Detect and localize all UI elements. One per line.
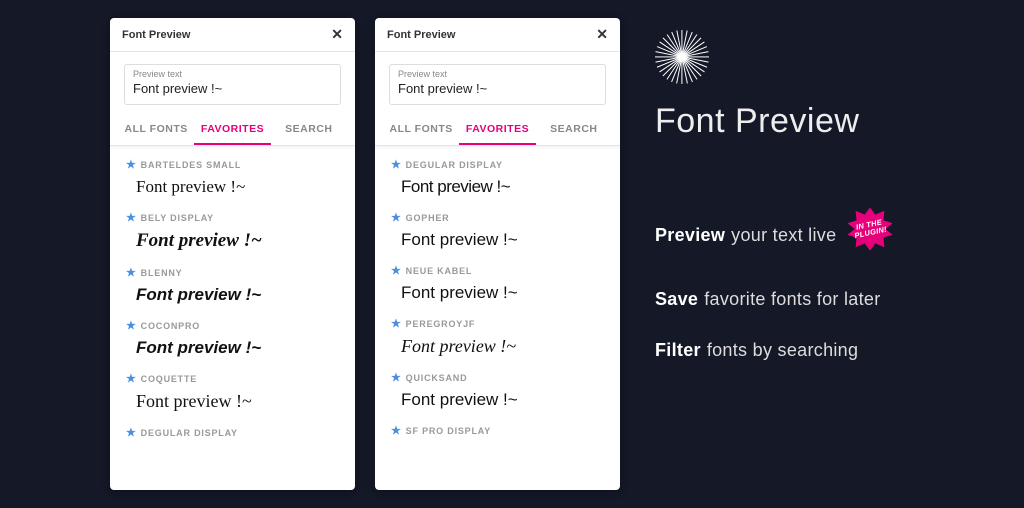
tab-all-fonts[interactable]: ALL FONTS <box>118 113 194 145</box>
font-item[interactable]: ★ BLENNY Font preview !~ <box>110 258 355 311</box>
feature-save: Save favorite fonts for later <box>655 289 894 310</box>
font-item[interactable]: ★ GOPHER Font preview !~ <box>375 203 620 256</box>
font-list[interactable]: ★ BARTELDES SMALL Font preview !~ ★ BELY D… <box>110 146 355 490</box>
panel-title: Font Preview <box>387 29 455 41</box>
tab-search[interactable]: SEARCH <box>271 113 347 145</box>
preview-text-value: Font preview !~ <box>398 81 597 96</box>
feature-filter: Filter fonts by searching <box>655 340 894 361</box>
font-item[interactable]: ★ BARTELDES SMALL Font preview !~ <box>110 150 355 203</box>
font-sample: Font preview !~ <box>401 177 604 197</box>
preview-text-label: Preview text <box>398 69 597 79</box>
font-name-label: GOPHER <box>406 213 450 223</box>
font-sample: Font preview !~ <box>136 338 339 358</box>
font-item[interactable]: ★ COQUETTE Font preview !~ <box>110 364 355 418</box>
star-icon[interactable]: ★ <box>126 426 137 439</box>
font-preview-panel-2: Font Preview ✕ Preview text Font preview… <box>375 18 620 490</box>
in-the-plugin-badge: IN THE PLUGIN! <box>846 205 894 253</box>
feature-text: favorite fonts for later <box>704 289 880 310</box>
star-icon[interactable]: ★ <box>126 266 137 279</box>
font-name-label: PEREGROYJF <box>406 319 476 329</box>
close-icon[interactable]: ✕ <box>596 26 608 43</box>
font-name-label: BARTELDES SMALL <box>141 160 242 170</box>
font-sample: Font preview !~ <box>136 177 339 197</box>
preview-text-field[interactable]: Preview text Font preview !~ <box>389 64 606 105</box>
preview-text-value: Font preview !~ <box>133 81 332 96</box>
panel-header: Font Preview ✕ <box>375 18 620 52</box>
font-sample: Font preview !~ <box>401 283 604 303</box>
star-icon[interactable]: ★ <box>126 319 137 332</box>
font-name-label: QUICKSAND <box>406 373 468 383</box>
star-icon[interactable]: ★ <box>391 264 402 277</box>
panel-header: Font Preview ✕ <box>110 18 355 52</box>
star-icon[interactable]: ★ <box>391 371 402 384</box>
font-item[interactable]: ★ PEREGROYJF Font preview !~ <box>375 309 620 363</box>
feature-bold: Save <box>655 289 698 310</box>
preview-text-label: Preview text <box>133 69 332 79</box>
tabs: ALL FONTS FAVORITES SEARCH <box>375 113 620 146</box>
star-icon[interactable]: ★ <box>391 211 402 224</box>
font-sample: Font preview !~ <box>136 230 339 252</box>
font-sample: Font preview !~ <box>136 391 339 412</box>
font-name-label: SF PRO DISPLAY <box>406 426 491 436</box>
font-name-label: DEGULAR DISPLAY <box>141 428 238 438</box>
font-sample: Font preview !~ <box>401 390 604 410</box>
tab-favorites[interactable]: FAVORITES <box>459 113 535 145</box>
font-preview-panel-1: Font Preview ✕ Preview text Font preview… <box>110 18 355 490</box>
star-icon[interactable]: ★ <box>126 211 137 224</box>
feature-text: your text live <box>731 225 836 246</box>
starburst-icon <box>655 30 709 84</box>
marketing-block: Font Preview Preview your text live IN T… <box>655 30 894 391</box>
feature-text: fonts by searching <box>707 340 858 361</box>
close-icon[interactable]: ✕ <box>331 26 343 43</box>
star-icon[interactable]: ★ <box>391 317 402 330</box>
preview-text-field[interactable]: Preview text Font preview !~ <box>124 64 341 105</box>
font-name-label: DEGULAR DISPLAY <box>406 160 503 170</box>
font-item[interactable]: ★ SF PRO DISPLAY <box>375 416 620 443</box>
star-icon[interactable]: ★ <box>126 372 137 385</box>
star-icon[interactable]: ★ <box>391 158 402 171</box>
font-item[interactable]: ★ DEGULAR DISPLAY <box>110 418 355 445</box>
font-item[interactable]: ★ COCONPRO Font preview !~ <box>110 311 355 364</box>
font-item[interactable]: ★ QUICKSAND Font preview !~ <box>375 363 620 416</box>
font-name-label: COCONPRO <box>141 321 200 331</box>
font-list[interactable]: ★ DEGULAR DISPLAY Font preview !~ ★ GOPHER… <box>375 146 620 490</box>
tab-favorites[interactable]: FAVORITES <box>194 113 270 145</box>
font-sample: Font preview !~ <box>401 336 604 357</box>
tab-all-fonts[interactable]: ALL FONTS <box>383 113 459 145</box>
font-name-label: BLENNY <box>141 268 183 278</box>
font-name-label: NEUE KABEL <box>406 266 473 276</box>
panel-title: Font Preview <box>122 29 190 41</box>
star-icon[interactable]: ★ <box>126 158 137 171</box>
font-name-label: BELY DISPLAY <box>141 213 214 223</box>
font-sample: Font preview !~ <box>401 230 604 250</box>
feature-preview: Preview your text live IN THE PLUGIN! <box>655 211 894 259</box>
font-sample: Font preview !~ <box>136 285 339 305</box>
font-item[interactable]: ★ BELY DISPLAY Font preview !~ <box>110 203 355 258</box>
feature-bold: Preview <box>655 225 725 246</box>
font-name-label: COQUETTE <box>141 374 197 384</box>
heading: Font Preview <box>655 102 894 141</box>
font-item[interactable]: ★ NEUE KABEL Font preview !~ <box>375 256 620 309</box>
star-icon[interactable]: ★ <box>391 424 402 437</box>
feature-bold: Filter <box>655 340 701 361</box>
tab-search[interactable]: SEARCH <box>536 113 612 145</box>
tabs: ALL FONTS FAVORITES SEARCH <box>110 113 355 146</box>
font-item[interactable]: ★ DEGULAR DISPLAY Font preview !~ <box>375 150 620 203</box>
